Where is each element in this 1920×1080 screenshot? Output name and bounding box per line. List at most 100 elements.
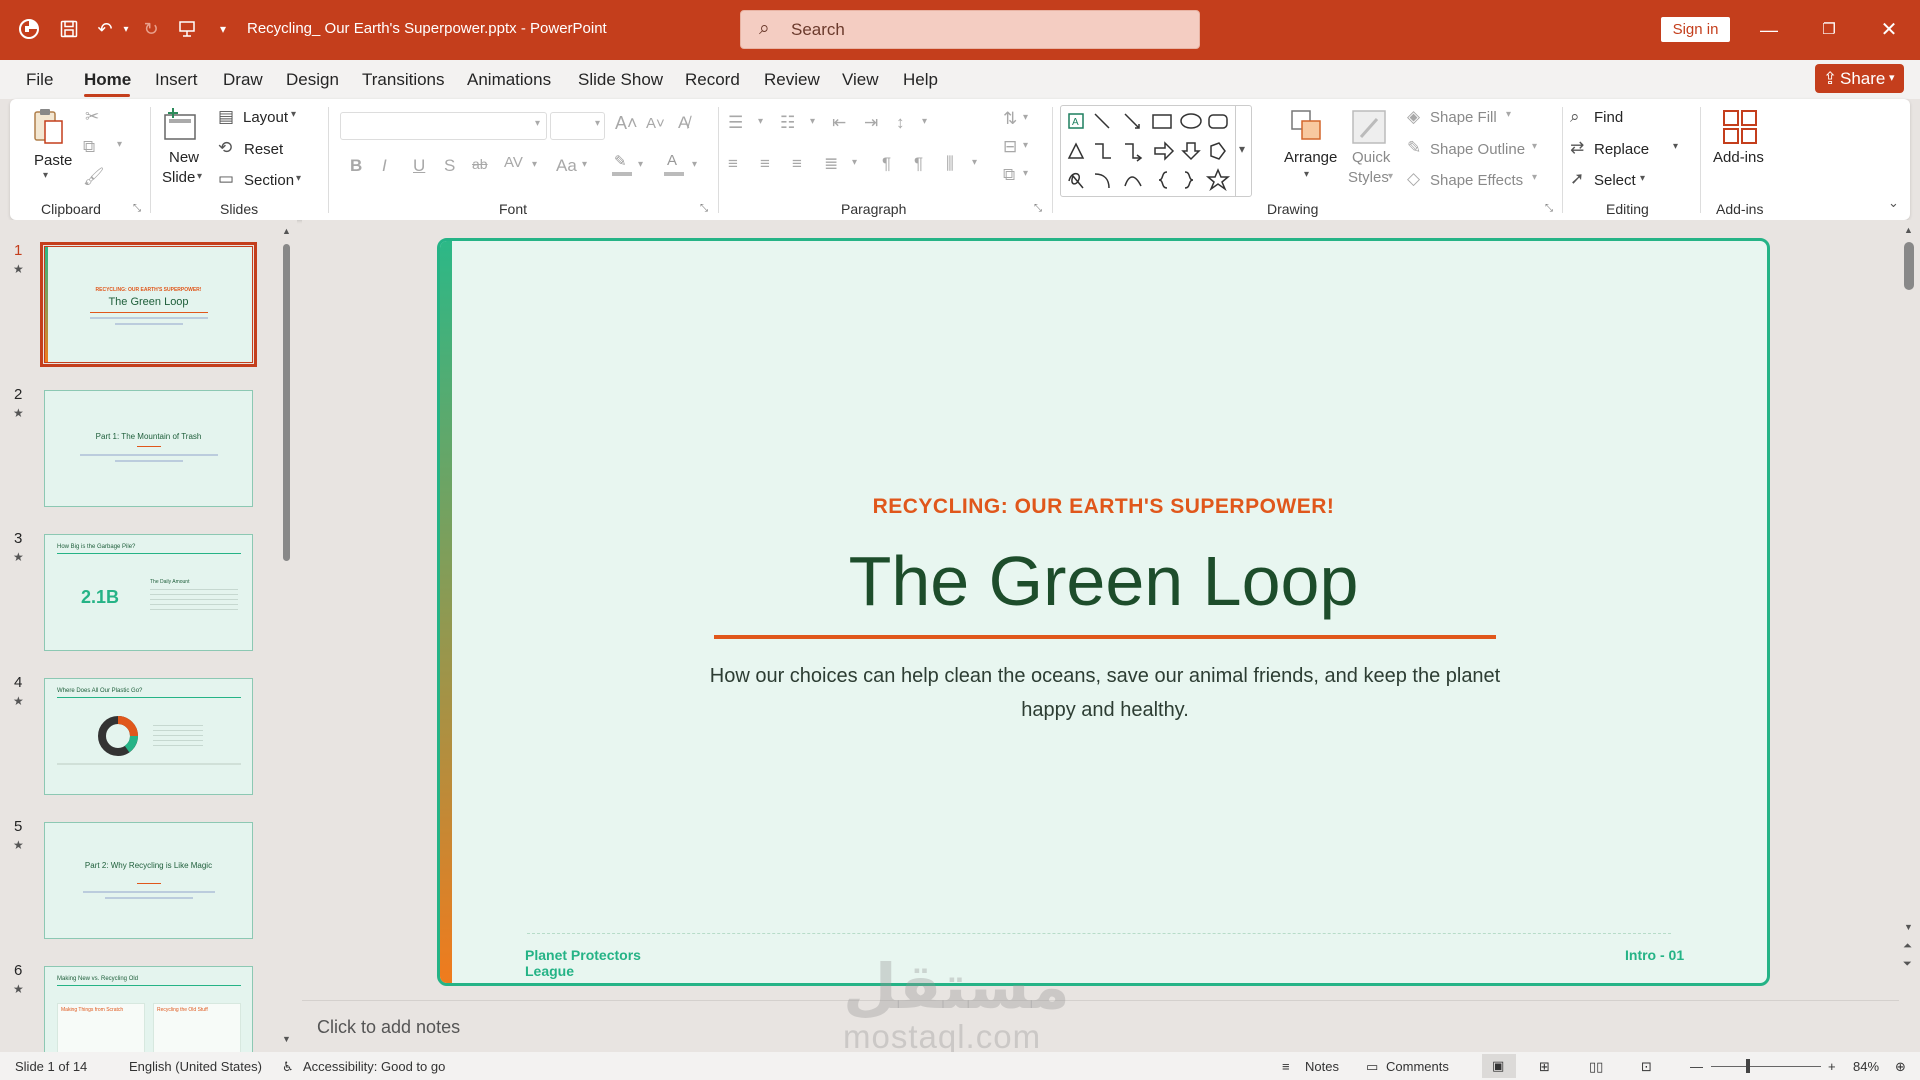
justify-dropdown-icon[interactable]: ▾ (852, 157, 857, 168)
font-size-dropdown-icon[interactable]: ▾ (595, 118, 600, 129)
zoom-in-icon[interactable]: + (1828, 1059, 1836, 1074)
redo-icon[interactable]: ↻ (138, 16, 164, 42)
minimize-icon[interactable]: — (1749, 15, 1789, 45)
scroll-up-icon[interactable]: ▲ (282, 226, 291, 236)
clear-formatting-icon[interactable]: A̸ (678, 113, 689, 133)
grow-font-icon[interactable]: A˄ (615, 113, 638, 134)
zoom-slider-thumb[interactable] (1746, 1059, 1750, 1073)
slide-kicker[interactable]: RECYCLING: OUR EARTH'S SUPERPOWER! (440, 495, 1767, 519)
underline-button[interactable]: U (413, 156, 425, 176)
rtl-icon[interactable]: ¶ (914, 154, 923, 174)
change-case-button[interactable]: Aa (556, 156, 577, 176)
align-right-icon[interactable]: ≡ (792, 154, 802, 174)
slide-thumbnail-5[interactable]: Part 2: Why Recycling is Like Magic (44, 822, 253, 939)
replace-button[interactable]: Replace (1594, 141, 1649, 158)
shape-effects-button[interactable]: Shape Effects (1430, 172, 1523, 189)
slide-scrollbar[interactable]: ▲ ▼ ⏶ ⏷ (1899, 220, 1920, 1052)
numbering-dropdown-icon[interactable]: ▾ (810, 116, 815, 127)
layout-icon[interactable]: ▤ (218, 107, 234, 127)
shape-fill-button[interactable]: Shape Fill (1430, 109, 1497, 126)
close-icon[interactable]: ✕ (1869, 15, 1909, 45)
shapes-more-icon[interactable]: ▾ (1239, 142, 1245, 156)
slide-show-icon[interactable]: ⊡ (1641, 1059, 1652, 1075)
line-spacing-icon[interactable]: ↕ (896, 113, 905, 133)
slide-thumbnail-1[interactable]: RECYCLING: OUR EARTH'S SUPERPOWER! The G… (40, 242, 257, 367)
find-icon[interactable]: ⌕ (1570, 107, 1580, 127)
layout-button[interactable]: Layout (243, 109, 288, 126)
notes-icon[interactable]: ≡ (1282, 1059, 1290, 1074)
notes-placeholder[interactable]: Click to add notes (317, 1017, 460, 1038)
present-icon[interactable] (174, 16, 200, 42)
sign-in-button[interactable]: Sign in (1661, 17, 1730, 42)
notes-pane[interactable]: Click to add notes (302, 1000, 1899, 1052)
arrange-label[interactable]: Arrange (1284, 149, 1337, 166)
align-left-icon[interactable]: ≡ (728, 154, 738, 174)
tab-home[interactable]: Home (84, 70, 131, 90)
slide-subtitle[interactable]: How our choices can help clean the ocean… (700, 659, 1510, 727)
new-slide-label[interactable]: New (169, 149, 199, 166)
replace-dropdown-icon[interactable]: ▾ (1673, 141, 1678, 152)
bold-button[interactable]: B (350, 156, 362, 176)
arrange-dropdown-icon[interactable]: ▾ (1304, 169, 1309, 180)
zoom-level[interactable]: 84% (1853, 1059, 1879, 1074)
tab-animations[interactable]: Animations (467, 70, 551, 90)
find-button[interactable]: Find (1594, 109, 1623, 126)
slide-scroll-thumb[interactable] (1904, 242, 1914, 290)
scroll-up-icon[interactable]: ▲ (1904, 225, 1913, 235)
font-size-select[interactable]: ▾ (550, 112, 605, 140)
quick-styles-label-2[interactable]: Styles (1348, 169, 1389, 186)
share-button[interactable]: ⇪ Share ▾ (1815, 64, 1904, 93)
quick-styles-dropdown-icon[interactable]: ▾ (1388, 171, 1393, 182)
smartart-dropdown-icon[interactable]: ▾ (1023, 168, 1028, 179)
cut-icon[interactable]: ✂ (85, 107, 99, 127)
tab-file[interactable]: File (26, 70, 53, 90)
slide-footer-left[interactable]: Planet Protectors League (525, 947, 655, 979)
scroll-down-icon[interactable]: ▼ (1904, 922, 1913, 932)
slide-thumbnail-6[interactable]: Making New vs. Recycling Old Making Thin… (44, 966, 253, 1063)
section-button[interactable]: Section (244, 172, 294, 189)
copy-dropdown-icon[interactable]: ▾ (117, 139, 122, 150)
zoom-slider[interactable] (1711, 1066, 1821, 1067)
slide-thumbnail-3[interactable]: How Big is the Garbage Pile? 2.1B The Da… (44, 534, 253, 651)
tab-insert[interactable]: Insert (155, 70, 198, 90)
thumbnail-scrollbar[interactable]: ▲ ▼ (281, 226, 292, 1046)
tab-help[interactable]: Help (903, 70, 938, 90)
accessibility-status[interactable]: Accessibility: Good to go (303, 1059, 445, 1074)
shape-outline-dropdown-icon[interactable]: ▾ (1532, 141, 1537, 152)
slide-footer-right[interactable]: Intro - 01 (1625, 947, 1685, 963)
scroll-down-icon[interactable]: ▼ (282, 1034, 291, 1044)
tab-design[interactable]: Design (286, 70, 339, 90)
slide-thumbnail-4[interactable]: Where Does All Our Plastic Go? (44, 678, 253, 795)
add-ins-icon[interactable] (1720, 107, 1760, 147)
columns-icon[interactable]: ⫼ (946, 154, 954, 174)
replace-icon[interactable]: ⇄ (1570, 138, 1584, 158)
format-painter-icon[interactable]: 🖌 (83, 167, 105, 187)
thumbnail-scroll-thumb[interactable] (283, 244, 290, 561)
tab-slide-show[interactable]: Slide Show (578, 70, 663, 90)
shapes-gallery-icon[interactable]: A (1063, 106, 1233, 198)
customize-toolbar-icon[interactable]: ▾ (210, 16, 236, 42)
highlight-color-icon[interactable]: ✎ (610, 152, 638, 178)
copy-icon[interactable]: ⧉ (83, 137, 95, 157)
save-icon[interactable] (56, 16, 82, 42)
layout-dropdown-icon[interactable]: ▾ (291, 109, 296, 120)
shapes-gallery[interactable]: A ▾ (1060, 105, 1252, 197)
arrange-icon[interactable] (1288, 107, 1328, 147)
drawing-launcher-icon[interactable]: ⤡ (1545, 203, 1553, 214)
increase-indent-icon[interactable]: ⇥ (864, 113, 878, 133)
character-spacing-dropdown-icon[interactable]: ▾ (532, 159, 537, 170)
columns-dropdown-icon[interactable]: ▾ (972, 157, 977, 168)
tab-review[interactable]: Review (764, 70, 820, 90)
zoom-out-icon[interactable]: — (1690, 1059, 1703, 1074)
share-dropdown-icon[interactable]: ▾ (1889, 64, 1895, 93)
font-launcher-icon[interactable]: ⤡ (700, 203, 708, 214)
select-dropdown-icon[interactable]: ▾ (1640, 173, 1645, 184)
section-icon[interactable]: ▭ (218, 169, 234, 189)
paragraph-launcher-icon[interactable]: ⤡ (1034, 203, 1042, 214)
align-text-icon[interactable]: ⊟ (1003, 137, 1017, 157)
restore-icon[interactable]: ❐ (1809, 15, 1849, 45)
paste-icon[interactable] (32, 107, 64, 147)
notes-button[interactable]: Notes (1305, 1059, 1339, 1074)
shape-fill-icon[interactable]: ◈ (1407, 107, 1420, 127)
smartart-icon[interactable]: ⧉ (1003, 165, 1015, 185)
